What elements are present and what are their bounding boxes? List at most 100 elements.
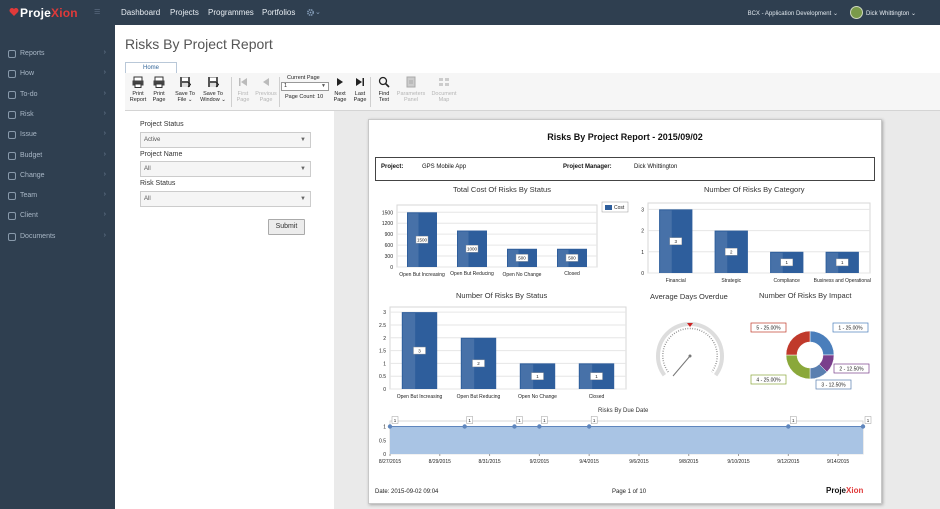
donut-slice bbox=[809, 330, 835, 356]
data-point bbox=[537, 424, 542, 429]
save-to-window-button[interactable]: Save To Window ⌄ bbox=[198, 75, 228, 109]
toolbar-separator bbox=[279, 77, 280, 107]
document-map-button[interactable]: Document Map bbox=[428, 75, 460, 109]
chart-title-impact: Number Of Risks By Impact bbox=[759, 291, 852, 300]
x-tick-label: Open But Increasing bbox=[397, 394, 443, 400]
chevron-right-icon: › bbox=[103, 150, 106, 158]
nav-projects[interactable]: Projects bbox=[170, 8, 199, 17]
last-page-button[interactable]: Last Page bbox=[351, 75, 369, 109]
project-name-label: Project Name bbox=[140, 151, 183, 158]
project-value: GPS Mobile App bbox=[422, 164, 467, 170]
save-to-file-button[interactable]: Save To File ⌄ bbox=[172, 75, 198, 109]
parameters-panel-button[interactable]: Parameters Panel bbox=[396, 75, 426, 109]
y-tick-label: 0 bbox=[641, 271, 644, 277]
x-tick-label: 9/14/2015 bbox=[827, 459, 849, 465]
risks-by-due-date-chart: 00.511 1 1 1 1 1 18/27/2015 8/29/2015 8/31/2015 9… bbox=[379, 416, 872, 465]
current-page-select[interactable]: 1 ▼ bbox=[281, 82, 329, 91]
sidebar-item-budget[interactable]: Budget › bbox=[0, 147, 115, 167]
x-tick-label: 9/12/2015 bbox=[777, 459, 799, 465]
toolbar-separator bbox=[370, 77, 371, 107]
sidebar-item-how[interactable]: How › bbox=[0, 65, 115, 85]
logo-accent-text: Xion bbox=[51, 6, 78, 20]
app-logo[interactable]: ProjeXion bbox=[8, 6, 78, 20]
nav-programmes[interactable]: Programmes bbox=[208, 8, 254, 17]
project-name-select[interactable]: All ▼ bbox=[140, 161, 311, 177]
previous-page-button[interactable]: Previous Page bbox=[253, 75, 279, 109]
data-label: 1000 bbox=[467, 247, 478, 252]
x-tick-label: Compliance bbox=[774, 278, 801, 284]
docmap-icon bbox=[439, 78, 449, 86]
donut-label: 1 - 25.00% bbox=[838, 326, 863, 332]
save-to-window-button-label-2: Window ⌄ bbox=[200, 97, 226, 103]
current-page-label: Current Page bbox=[287, 75, 320, 81]
y-tick-label: 1 bbox=[383, 361, 386, 367]
project-name-value: All bbox=[144, 166, 151, 172]
next-page-button[interactable]: Next Page bbox=[331, 75, 349, 109]
footer-logo-accent: Xion bbox=[846, 486, 864, 495]
menu-toggle-icon[interactable]: ≡ bbox=[94, 6, 100, 18]
x-tick-label: Closed bbox=[564, 271, 580, 277]
print-report-button[interactable]: Print Report bbox=[128, 75, 148, 109]
params-icon bbox=[406, 76, 416, 88]
find-text-button[interactable]: Find Text bbox=[374, 75, 394, 109]
report-footer-page: Page 1 of 10 bbox=[612, 489, 647, 495]
chevron-right-icon: › bbox=[103, 49, 106, 56]
user-menu[interactable]: Dick Whittington ⌄ bbox=[866, 10, 916, 17]
project-status-label: Project Status bbox=[140, 121, 184, 128]
risks-by-impact-donut: 1 - 25.00% 2 - 12.50% 3 - 12.50% 4 - 25.00%… bbox=[750, 322, 870, 390]
nav-portfolios[interactable]: Portfolios bbox=[262, 8, 295, 17]
application-selector[interactable]: BCX - Application Development ⌄ bbox=[748, 10, 838, 17]
donut-slice bbox=[785, 330, 811, 356]
sidebar-item-documents[interactable]: Documents › bbox=[0, 228, 115, 248]
avatar[interactable] bbox=[850, 6, 863, 19]
dropdown-arrow-icon: ▼ bbox=[300, 137, 306, 143]
chart-title-status: Number Of Risks By Status bbox=[456, 291, 548, 300]
submit-button[interactable]: Submit bbox=[268, 219, 305, 235]
print-page-button-label-2: Page bbox=[152, 97, 166, 103]
data-point bbox=[387, 424, 393, 429]
x-tick-label: 9/8/2015 bbox=[679, 459, 699, 465]
save-icon bbox=[208, 77, 220, 88]
gear-icon[interactable] bbox=[306, 8, 315, 17]
grid-icon bbox=[8, 50, 16, 58]
y-tick-label: 600 bbox=[385, 243, 394, 249]
sidebar-item-team[interactable]: Team › bbox=[0, 187, 115, 207]
project-manager-label: Project Manager: bbox=[563, 164, 612, 170]
change-icon bbox=[8, 171, 16, 180]
sidebar-item-risk[interactable]: Risk › bbox=[0, 106, 115, 126]
x-tick-label: Open But Reducing bbox=[450, 271, 494, 277]
print-page-button[interactable]: Print Page bbox=[149, 75, 169, 109]
nav-dashboard[interactable]: Dashboard bbox=[121, 8, 160, 17]
sidebar-item-reports[interactable]: Reports › bbox=[0, 45, 115, 65]
save-to-file-button-label-2: File ⌄ bbox=[177, 97, 193, 103]
first-page-button[interactable]: First Page bbox=[234, 75, 252, 109]
chevron-down-icon[interactable]: ⌄ bbox=[315, 8, 321, 16]
y-tick-label: 1 bbox=[641, 250, 644, 256]
risk-status-select[interactable]: All ▼ bbox=[140, 191, 311, 207]
report-title: Risks By Project Report - 2015/09/02 bbox=[547, 132, 703, 142]
donut-label: 3 - 12.50% bbox=[821, 383, 846, 389]
x-tick-label: Strategic bbox=[721, 278, 741, 284]
donut-slice bbox=[785, 354, 811, 380]
print-icon bbox=[153, 76, 165, 88]
logo-text: Proje bbox=[20, 6, 52, 20]
data-point bbox=[512, 424, 517, 429]
sidebar-item-issue[interactable]: Issue › bbox=[0, 126, 115, 146]
sidebar-item-to-do[interactable]: To-do › bbox=[0, 86, 115, 106]
current-page-value: 1 bbox=[284, 83, 288, 89]
sidebar-item-client[interactable]: Client › bbox=[0, 207, 115, 227]
x-tick-label: 8/27/2015 bbox=[379, 459, 401, 465]
y-tick-label: 900 bbox=[385, 232, 394, 238]
y-tick-label: 3 bbox=[641, 207, 644, 213]
check-icon bbox=[8, 90, 16, 99]
sidebar-item-change[interactable]: Change › bbox=[0, 167, 115, 187]
x-tick-label: Open But Reducing bbox=[457, 394, 501, 400]
last-icon bbox=[356, 78, 364, 86]
donut-label: 4 - 25.00% bbox=[756, 378, 781, 384]
project-status-select[interactable]: Active ▼ bbox=[140, 132, 311, 148]
chevron-right-icon: › bbox=[103, 89, 106, 97]
y-tick-label: 300 bbox=[385, 254, 394, 260]
chart-title-cost: Total Cost Of Risks By Status bbox=[453, 185, 551, 194]
first-page-button-label-2: Page bbox=[236, 97, 250, 103]
prev-icon bbox=[263, 78, 269, 86]
